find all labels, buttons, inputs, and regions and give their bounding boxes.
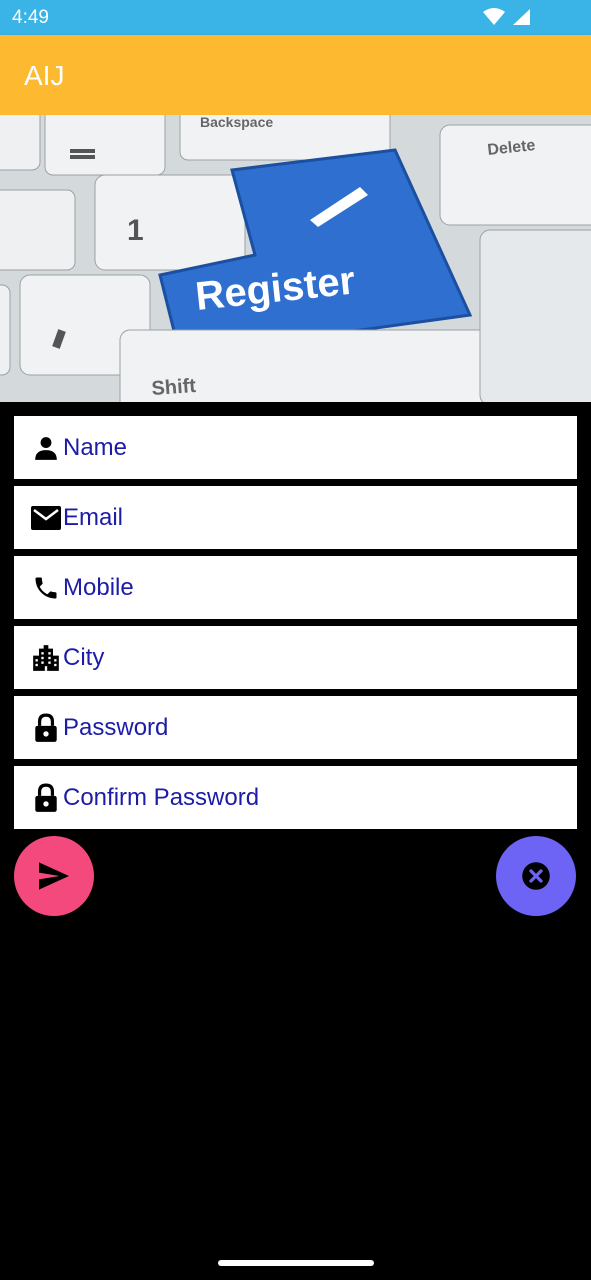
cancel-button[interactable] xyxy=(496,836,576,916)
lock-icon xyxy=(31,783,61,813)
city-field[interactable] xyxy=(14,626,577,689)
password-input[interactable] xyxy=(63,713,543,742)
confirm-password-input[interactable] xyxy=(63,783,543,812)
password-field[interactable] xyxy=(14,696,577,759)
register-hero-image: Backspace Delete 1 Register Shift xyxy=(0,115,591,402)
wifi-icon xyxy=(483,8,505,25)
app-bar: AIJ xyxy=(0,35,591,115)
name-field[interactable] xyxy=(14,416,577,479)
app-title: AIJ xyxy=(24,60,65,91)
status-bar: 4:49 xyxy=(0,0,591,35)
lock-icon xyxy=(31,713,61,743)
mobile-field[interactable] xyxy=(14,556,577,619)
confirm-password-field[interactable] xyxy=(14,766,577,829)
signal-icon xyxy=(513,9,530,25)
send-icon xyxy=(39,862,69,890)
status-icons xyxy=(483,8,531,26)
shift-key-label: Shift xyxy=(151,375,197,400)
home-indicator[interactable] xyxy=(218,1260,374,1266)
city-icon xyxy=(31,643,61,673)
email-input[interactable] xyxy=(63,503,543,532)
cancel-icon xyxy=(522,862,550,890)
send-button[interactable] xyxy=(14,836,94,916)
city-input[interactable] xyxy=(63,643,543,672)
backspace-key-label: Backspace xyxy=(200,115,273,130)
mobile-input[interactable] xyxy=(63,573,543,602)
email-field[interactable] xyxy=(14,486,577,549)
name-input[interactable] xyxy=(63,433,543,462)
one-key-label: 1 xyxy=(127,214,144,247)
status-time: 4:49 xyxy=(12,7,49,28)
phone-icon xyxy=(31,573,61,603)
person-icon xyxy=(31,433,61,463)
mail-icon xyxy=(31,503,61,533)
